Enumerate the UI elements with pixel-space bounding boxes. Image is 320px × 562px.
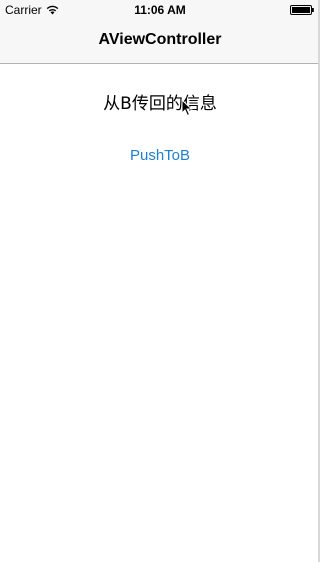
status-bar: Carrier 11:06 AM xyxy=(0,0,320,20)
push-to-b-button[interactable]: PushToB xyxy=(110,142,210,170)
nav-title: AViewController xyxy=(98,31,222,48)
phone-screen: Carrier 11:06 AM AViewController 从B传回的信息… xyxy=(0,0,320,562)
navigation-bar: AViewController xyxy=(0,20,320,64)
info-label: 从B传回的信息 xyxy=(103,94,217,114)
mouse-cursor-icon xyxy=(181,99,193,117)
battery-icon xyxy=(290,5,314,15)
status-time: 11:06 AM xyxy=(134,3,186,17)
